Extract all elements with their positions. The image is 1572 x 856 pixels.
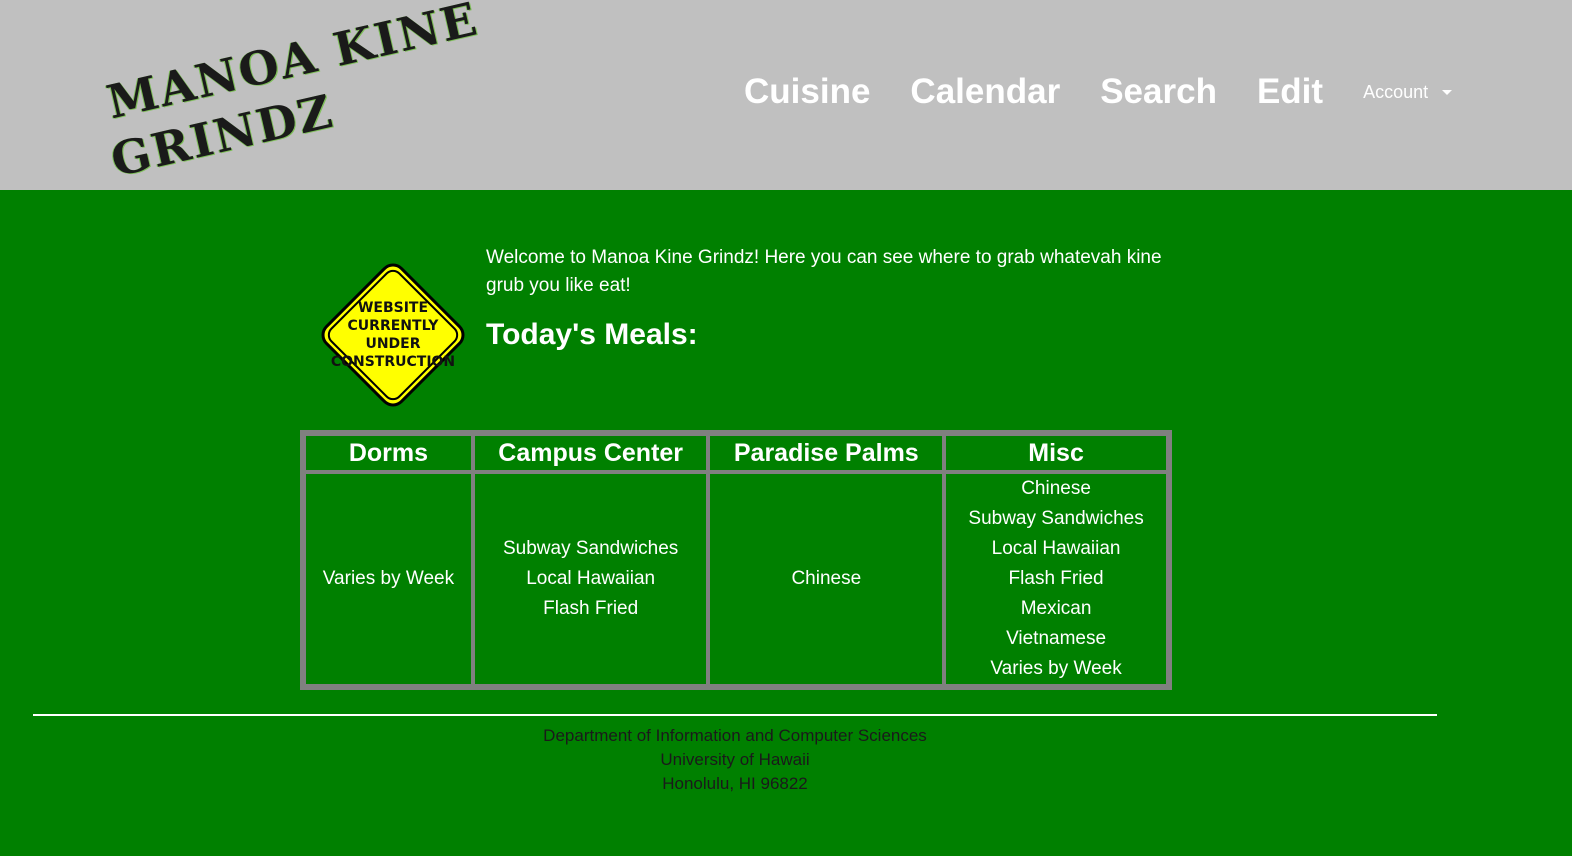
meals-table: Dorms Campus Center Paradise Palms Misc … xyxy=(300,430,1172,690)
sign-line: CURRENTLY xyxy=(347,318,439,334)
footer-divider xyxy=(33,714,1437,716)
meal-item: Flash Fried xyxy=(1008,568,1104,589)
nav-link-search[interactable]: Search xyxy=(1100,70,1217,114)
column-header-paradise-palms: Paradise Palms xyxy=(708,434,945,472)
meal-item: Chinese xyxy=(1021,478,1091,499)
caret-down-icon xyxy=(1442,89,1453,95)
navbar: MANOA KINE GRINDZ Cuisine Calendar Searc… xyxy=(0,0,1572,190)
site-logo[interactable]: MANOA KINE GRINDZ xyxy=(100,0,483,187)
meal-item: Local Hawaiian xyxy=(991,538,1121,559)
sign-line: UNDER xyxy=(365,336,421,352)
meal-item: Local Hawaiian xyxy=(526,568,656,589)
meal-item: Varies by Week xyxy=(322,568,455,589)
nav-menu: Cuisine Calendar Search Edit Account xyxy=(744,70,1453,114)
footer-line-address: Honolulu, HI 96822 xyxy=(662,774,808,793)
meal-item: Varies by Week xyxy=(990,658,1122,679)
column-header-misc: Misc xyxy=(944,434,1168,472)
account-dropdown[interactable]: Account xyxy=(1363,81,1453,103)
todays-meals-heading: Today's Meals: xyxy=(486,318,698,351)
column-header-campus-center: Campus Center xyxy=(472,434,709,472)
table-header-row: Dorms Campus Center Paradise Palms Misc xyxy=(304,434,1168,472)
campus-center-cell: Subway Sandwiches Local Hawaiian Flash F… xyxy=(472,472,709,686)
meal-item: Subway Sandwiches xyxy=(968,508,1144,529)
nav-link-edit[interactable]: Edit xyxy=(1257,70,1323,114)
meal-item: Chinese xyxy=(791,568,862,589)
account-label: Account xyxy=(1363,81,1429,102)
under-construction-sign: WEBSITE CURRENTLY UNDER CONSTRUCTION xyxy=(310,252,476,418)
nav-link-cuisine[interactable]: Cuisine xyxy=(744,70,870,114)
column-header-dorms: Dorms xyxy=(304,434,473,472)
footer-line-university: University of Hawaii xyxy=(660,750,810,769)
welcome-text: Welcome to Manoa Kine Grindz! Here you c… xyxy=(486,247,1162,296)
meal-item: Vietnamese xyxy=(1006,628,1107,649)
dorms-cell: Varies by Week xyxy=(304,472,473,686)
sign-text: WEBSITE CURRENTLY UNDER CONSTRUCTION xyxy=(310,252,476,418)
nav-link-calendar[interactable]: Calendar xyxy=(910,70,1060,114)
footer: Department of Information and Computer S… xyxy=(33,724,1437,796)
table-row: Varies by Week Subway Sandwiches Local H… xyxy=(304,472,1168,686)
meal-item: Subway Sandwiches xyxy=(502,538,679,559)
paradise-palms-cell: Chinese xyxy=(708,472,945,686)
sign-line: CONSTRUCTION xyxy=(330,354,456,370)
misc-cell: Chinese Subway Sandwiches Local Hawaiian… xyxy=(944,472,1168,686)
meal-item: Flash Fried xyxy=(543,598,639,619)
footer-line-department: Department of Information and Computer S… xyxy=(543,726,927,745)
meal-item: Mexican xyxy=(1020,598,1092,619)
sign-line: WEBSITE xyxy=(357,300,429,316)
